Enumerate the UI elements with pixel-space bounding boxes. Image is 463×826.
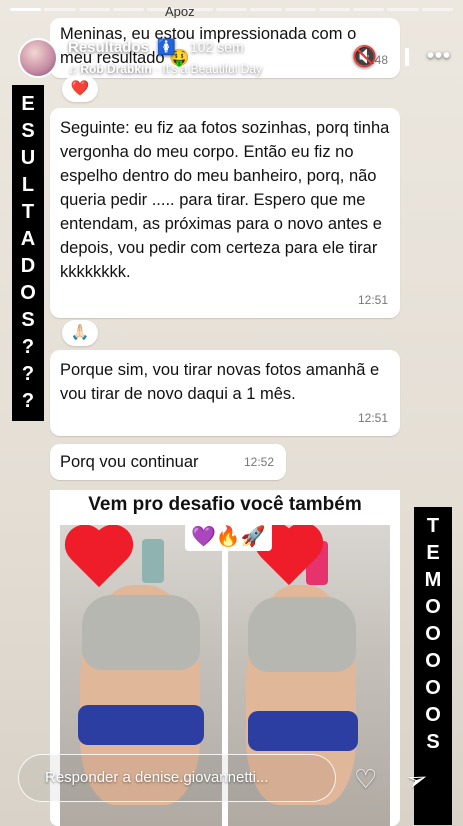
progress-segment — [215, 8, 248, 11]
side-letter: O — [425, 650, 441, 672]
music-note-icon: ♫ — [68, 62, 77, 76]
story-age: 102 sem — [190, 39, 244, 55]
side-letter: M — [424, 569, 442, 591]
progress-segment — [421, 8, 454, 11]
side-letter: A — [20, 228, 36, 250]
side-letter: O — [425, 704, 441, 726]
username-label[interactable]: Resultados — [68, 39, 149, 56]
progress-segment — [250, 8, 282, 11]
username[interactable]: Resultados 🚺 — [68, 38, 176, 56]
phone-icon — [142, 539, 164, 583]
progress-segment — [44, 8, 76, 11]
story-progress-bar — [10, 8, 454, 11]
collage-title: Vem pro desafio você também — [50, 490, 400, 520]
message-text: Seguinte: eu fiz aa fotos sozinhas, porq… — [60, 119, 390, 281]
music-separator: · — [155, 62, 160, 76]
bottom-clothing — [248, 711, 358, 751]
collage-emojis: 💜🔥🚀 — [185, 522, 272, 551]
bottom-clothing — [78, 705, 204, 745]
side-letter: O — [425, 677, 441, 699]
side-letter: ? — [21, 363, 35, 385]
side-text-left: E S U L T A D O S??? — [12, 85, 44, 421]
message-text: Porq vou continuar — [60, 453, 199, 471]
message-bubble-3: Porque sim, vou tirar novas fotos amanhã… — [50, 350, 400, 436]
side-letter: S — [426, 731, 440, 753]
side-letter: O — [20, 282, 36, 304]
message-reaction: 🙏🏻 — [62, 320, 98, 346]
progress-segment — [318, 8, 351, 11]
side-letter: D — [20, 255, 36, 277]
side-letter: U — [20, 147, 36, 169]
progress-segment — [10, 8, 42, 11]
music-artist: Rob Drabkin — [80, 62, 152, 76]
message-time: 12:51 — [357, 293, 388, 307]
message-bubble-2: Seguinte: eu fiz aa fotos sozinhas, porq… — [50, 108, 400, 318]
muted-speaker-icon[interactable]: 🔇 — [352, 44, 377, 69]
side-letter: ? — [21, 390, 35, 412]
side-letter: T — [21, 201, 35, 223]
story-footer: Responder a denise.giovannetti... ♡ ➢ — [18, 754, 449, 802]
side-letter: ? — [21, 336, 35, 358]
side-letter: O — [425, 623, 441, 645]
top-clothing — [82, 595, 200, 670]
pause-icon[interactable] — [394, 47, 409, 66]
progress-segment — [112, 8, 145, 11]
side-letter: S — [21, 309, 35, 331]
reply-input[interactable]: Responder a denise.giovannetti... — [18, 754, 336, 802]
heart-icon — [64, 527, 134, 589]
progress-segment — [387, 8, 419, 11]
message-time: 12:51 — [357, 411, 388, 425]
progress-segment — [353, 8, 385, 11]
side-letter: E — [426, 542, 440, 564]
progress-segment — [78, 8, 110, 11]
side-letter: E — [21, 93, 35, 115]
ellipsis-icon[interactable]: ••• — [427, 45, 451, 68]
side-letter: L — [21, 174, 35, 196]
chat-top-partial: Apoz — [165, 4, 195, 19]
progress-segment — [284, 8, 316, 11]
side-letter: S — [21, 120, 35, 142]
message-bubble-4: Porq vou continuar 12:52 — [50, 444, 286, 480]
message-text: Porque sim, vou tirar novas fotos amanhã… — [60, 361, 380, 403]
top-clothing — [248, 597, 356, 672]
music-title: It's a Beautiful Day — [162, 62, 263, 76]
side-letter: O — [425, 596, 441, 618]
avatar[interactable] — [18, 38, 58, 78]
send-paper-plane-icon[interactable]: ➢ — [401, 761, 432, 798]
message-time: 12:52 — [243, 455, 274, 469]
music-info[interactable]: ♫ Rob Drabkin · It's a Beautiful Day — [68, 62, 262, 76]
restroom-person-icon: 🚺 — [157, 39, 176, 56]
heart-outline-icon[interactable]: ♡ — [354, 764, 377, 795]
side-letter: T — [426, 515, 440, 537]
story-view: Apoz Resultados 🚺 102 sem ♫ Rob Drabkin … — [0, 0, 463, 826]
story-header: Resultados 🚺 102 sem ♫ Rob Drabkin · It'… — [18, 36, 451, 80]
